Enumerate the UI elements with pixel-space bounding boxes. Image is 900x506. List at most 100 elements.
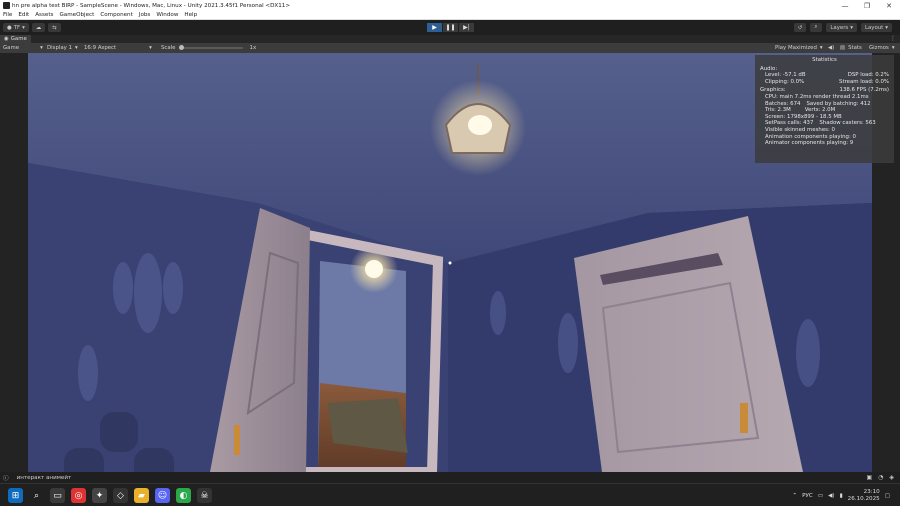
play-mode-dropdown[interactable]: Play Maximized ▾ — [775, 44, 823, 52]
play-icon: ▶ — [432, 24, 437, 31]
tab-game-label: Game — [10, 36, 27, 42]
audio-clipping: Clipping: 0.0% — [765, 78, 805, 85]
gamepad-icon: ◉ — [4, 36, 9, 42]
os-taskbar: ⊞ ⌕ ▭ ◎ ✦ ◇ ▰ ☺ ◐ ☠ ⌃ РУС ▭ ◀) ▮ 23:10 2… — [0, 483, 900, 506]
search-icon: ⌕ — [814, 24, 818, 30]
kebab-menu-icon[interactable]: ⋮ — [890, 35, 896, 42]
scale-slider[interactable] — [178, 45, 243, 50]
menu-edit[interactable]: Edit — [18, 12, 29, 18]
stream-load: Stream load: 0.0% — [839, 78, 889, 85]
cloud-button[interactable]: ☁ — [31, 23, 46, 32]
stats-toggle[interactable]: ▤ Stats — [840, 44, 862, 52]
menu-assets[interactable]: Assets — [35, 12, 53, 18]
window-title-bar: hn pre alpha test BIRP - SampleScene - W… — [0, 0, 900, 11]
play-mode-label: Play Maximized — [775, 45, 817, 51]
search-button[interactable]: ⌕ — [810, 23, 823, 32]
display-label: Display 1 — [47, 45, 73, 51]
layers-dropdown[interactable]: Layers ▾ — [826, 23, 857, 32]
clock-time: 23:10 — [863, 488, 880, 495]
chevron-down-icon: ▾ — [40, 45, 43, 51]
screen-readout: Screen: 1798x899 - 18.5 MB — [765, 113, 842, 120]
chevron-up-icon[interactable]: ⌃ — [792, 493, 797, 499]
account-label: TF — [13, 24, 21, 31]
animator-components-readout: Animator components playing: 9 — [765, 140, 854, 147]
game-control-bar: Game ▾ Display 1 ▾ 16:9 Aspect ▾ Scale 1… — [0, 43, 900, 53]
unity-hub-icon[interactable]: ◇ — [113, 488, 128, 503]
language-indicator[interactable]: РУС — [802, 493, 813, 499]
aspect-dropdown[interactable]: 16:9 Aspect ▾ — [84, 44, 152, 52]
file-explorer-icon[interactable]: ▰ — [134, 488, 149, 503]
mute-audio-button[interactable]: ◀) — [828, 44, 834, 52]
setpass-readout: SetPass calls: 437 — [765, 120, 814, 127]
notifications-icon[interactable]: ▢ — [885, 493, 890, 499]
step-icon: ▶| — [463, 24, 470, 31]
volume-icon[interactable]: ◀) — [828, 493, 834, 499]
account-button[interactable]: ● TF ▾ — [3, 23, 29, 32]
step-button[interactable]: ▶| — [459, 23, 474, 32]
app-icon[interactable]: ✦ — [92, 488, 107, 503]
maximize-button[interactable]: ❐ — [856, 0, 878, 11]
start-icon[interactable]: ⊞ — [8, 488, 23, 503]
info-icon: ⓘ — [3, 475, 9, 482]
search-icon[interactable]: ⌕ — [29, 488, 44, 503]
scale-slider-knob[interactable] — [178, 45, 184, 50]
chevron-down-icon: ▾ — [819, 45, 823, 51]
clock[interactable]: 23:10 26.10.2025 — [848, 489, 880, 503]
discord-icon[interactable]: ☺ — [155, 488, 170, 503]
account-icon: ● — [7, 24, 12, 31]
game-tab-bar: ◉ Game ⋮ — [0, 35, 900, 43]
menu-file[interactable]: File — [3, 12, 12, 18]
gizmos-toggle[interactable]: Gizmos ▾ — [869, 44, 895, 52]
layout-dropdown[interactable]: Layout ▾ — [860, 23, 892, 32]
layout-label: Layout — [864, 24, 884, 31]
menu-help[interactable]: Help — [184, 12, 197, 18]
lighting-icon[interactable]: ◔ — [878, 474, 883, 481]
minimize-button[interactable]: — — [834, 0, 856, 11]
stats-icon: ▤ — [840, 45, 846, 51]
play-button[interactable]: ▶ — [427, 23, 442, 32]
animation-components-readout: Animation components playing: 0 — [765, 133, 856, 140]
collab-icon: ⇆ — [52, 24, 57, 31]
console-status-bar[interactable]: ⓘ интеракт анимейт ▣ ◔ ◈ — [0, 472, 900, 483]
game-icon[interactable]: ☠ — [197, 488, 212, 503]
task-view-icon[interactable]: ▭ — [50, 488, 65, 503]
chevron-down-icon: ▾ — [885, 24, 888, 31]
menu-component[interactable]: Component — [100, 12, 132, 18]
undo-history-button[interactable]: ↺ — [793, 23, 807, 32]
network-icon[interactable]: ▭ — [818, 493, 823, 499]
chevron-down-icon: ▾ — [149, 45, 152, 51]
display-dropdown[interactable]: Display 1 ▾ — [47, 44, 78, 52]
speaker-icon: ◀) — [828, 45, 835, 51]
menu-gameobject[interactable]: GameObject — [59, 12, 94, 18]
room-scene — [28, 53, 872, 472]
green-app-icon[interactable]: ◐ — [176, 488, 191, 503]
cache-icon[interactable]: ◈ — [889, 474, 894, 481]
unity-logo-icon — [3, 2, 10, 9]
battery-icon[interactable]: ▮ — [840, 493, 843, 499]
collab-button[interactable]: ⇆ — [48, 23, 61, 32]
scale-value: 1x — [249, 45, 257, 51]
aspect-label: 16:9 Aspect — [84, 45, 117, 51]
scale-control[interactable]: Scale 1x — [161, 44, 256, 52]
stats-title: Statistics — [812, 57, 837, 63]
chrome-icon[interactable]: ◎ — [71, 488, 86, 503]
game-mode-dropdown[interactable]: Game ▾ — [3, 44, 43, 52]
progress-icon[interactable]: ▣ — [866, 474, 872, 481]
gizmos-label: Gizmos — [869, 45, 889, 51]
close-button[interactable]: ✕ — [878, 0, 900, 11]
dpad-right[interactable] — [134, 448, 174, 472]
statistics-panel: Statistics Audio: Level: -57.1 dB DSP lo… — [755, 55, 894, 163]
chevron-down-icon: ▾ — [891, 45, 895, 51]
dpad-up[interactable] — [100, 412, 138, 452]
tab-game[interactable]: ◉ Game — [0, 35, 31, 43]
menu-jobs[interactable]: Jobs — [139, 12, 151, 18]
saved-batching-readout: Saved by batching: 412 — [806, 100, 871, 107]
audio-level: Level: -57.1 dB — [765, 72, 806, 79]
window-title: hn pre alpha test BIRP - SampleScene - W… — [12, 2, 291, 9]
game-render — [28, 53, 872, 472]
dpad-left[interactable] — [64, 448, 104, 472]
touch-dpad[interactable] — [64, 412, 174, 472]
pause-button[interactable]: ❚❚ — [443, 23, 458, 32]
menu-window[interactable]: Window — [156, 12, 178, 18]
console-last-message: интеракт анимейт — [16, 474, 72, 481]
